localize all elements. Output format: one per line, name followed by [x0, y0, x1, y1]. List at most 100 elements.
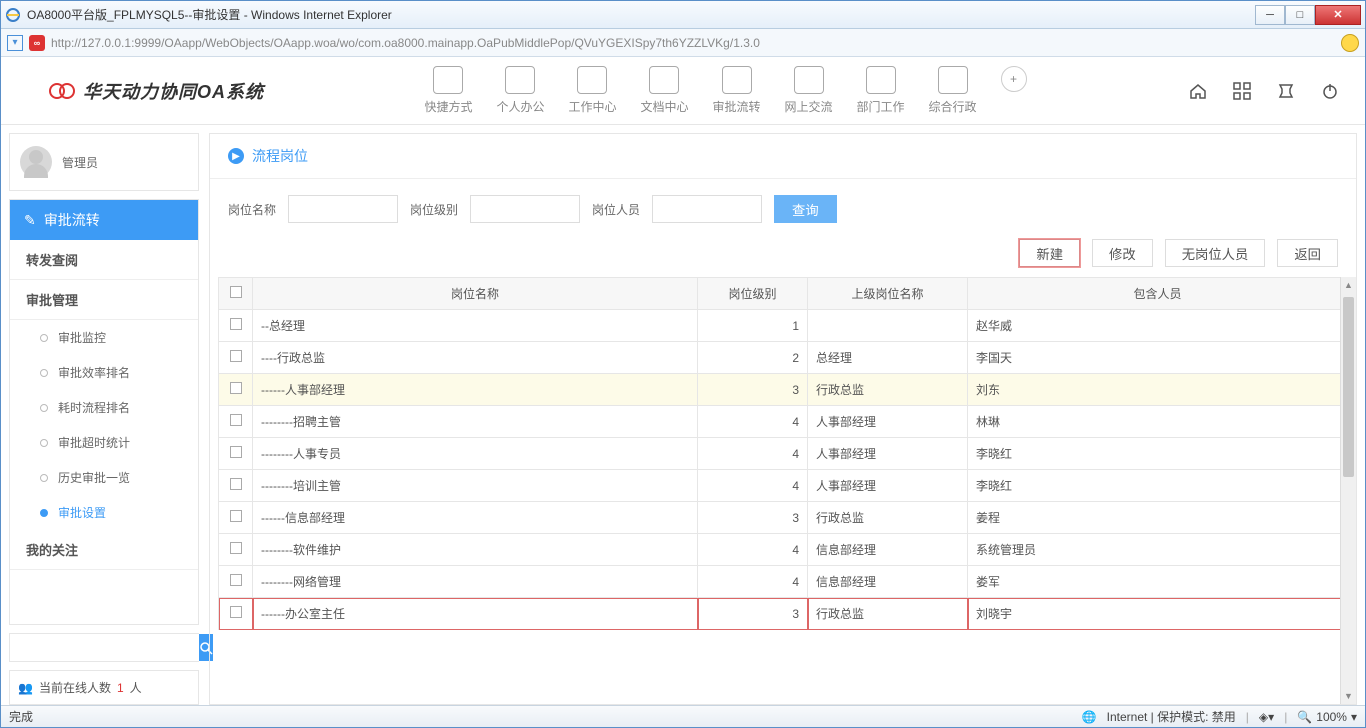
cell-superior: 人事部经理 — [808, 438, 968, 470]
nav-item-7[interactable]: 综合行政 — [929, 66, 977, 115]
bullet-icon — [40, 509, 48, 517]
nav-item-3[interactable]: 文档中心 — [640, 66, 688, 115]
close-button[interactable]: ✕ — [1315, 5, 1361, 25]
chevron-down-icon: ▾ — [1351, 710, 1357, 724]
scroll-up-icon[interactable]: ▲ — [1341, 277, 1356, 293]
menu-item-5[interactable]: 审批设置 — [10, 495, 198, 530]
cell-name: ------办公室主任 — [253, 598, 698, 630]
cell-name: --总经理 — [253, 310, 698, 342]
menu-group-forward[interactable]: 转发查阅 — [10, 240, 198, 280]
table-row[interactable]: --------网络管理4信息部经理娄军 — [219, 566, 1348, 598]
nopost-button[interactable]: 无岗位人员 — [1165, 239, 1266, 267]
table-row[interactable]: --------培训主管4人事部经理李晓红 — [219, 470, 1348, 502]
cell-people: 刘东 — [968, 374, 1348, 406]
new-button[interactable]: 新建 — [1019, 239, 1080, 267]
plus-icon: + — [1001, 66, 1027, 92]
menu-header[interactable]: ✎ 审批流转 — [10, 200, 198, 240]
row-checkbox[interactable] — [230, 350, 242, 362]
table-row[interactable]: --------软件维护4信息部经理系统管理员 — [219, 534, 1348, 566]
nav-label: 个人办公 — [496, 98, 544, 115]
menu-header-icon: ✎ — [24, 212, 36, 229]
security-icon[interactable]: ▾ — [7, 35, 23, 51]
posts-table: 岗位名称 岗位级别 上级岗位名称 包含人员 --总经理1赵华威----行政总监2… — [218, 277, 1348, 630]
filter-input-person[interactable] — [652, 195, 762, 223]
row-checkbox[interactable] — [230, 478, 242, 490]
table-row[interactable]: ----行政总监2总经理李国天 — [219, 342, 1348, 374]
arrow-icon: ▶ — [228, 148, 244, 164]
row-checkbox[interactable] — [230, 542, 242, 554]
row-checkbox[interactable] — [230, 414, 242, 426]
row-checkbox[interactable] — [230, 446, 242, 458]
back-button[interactable]: 返回 — [1277, 239, 1338, 267]
row-checkbox[interactable] — [230, 510, 242, 522]
protected-mode-icon[interactable]: ◈▾ — [1259, 710, 1274, 724]
search-input[interactable] — [10, 634, 199, 661]
menu-item-2[interactable]: 耗时流程排名 — [10, 390, 198, 425]
nav-item-0[interactable]: 快捷方式 — [424, 66, 472, 115]
url-text[interactable]: http://127.0.0.1:9999/OAapp/WebObjects/O… — [51, 36, 1335, 50]
bullet-icon — [40, 474, 48, 482]
table-row[interactable]: ------信息部经理3行政总监姜程 — [219, 502, 1348, 534]
compat-icon[interactable] — [1341, 34, 1359, 52]
row-checkbox[interactable] — [230, 382, 242, 394]
cell-people: 刘晓宇 — [968, 598, 1348, 630]
menu-item-4[interactable]: 历史审批一览 — [10, 460, 198, 495]
row-checkbox[interactable] — [230, 318, 242, 330]
nav-item-4[interactable]: 审批流转 — [713, 66, 761, 115]
globe-icon: 🌐 — [1082, 710, 1097, 724]
nav-item-5[interactable]: 网上交流 — [785, 66, 833, 115]
col-name: 岗位名称 — [253, 278, 698, 310]
status-left: 完成 — [9, 708, 33, 725]
nav-label: 文档中心 — [640, 98, 688, 115]
nav-item-1[interactable]: 个人办公 — [496, 66, 544, 115]
filter-label-person: 岗位人员 — [592, 201, 640, 218]
bullet-icon — [40, 439, 48, 447]
query-button[interactable]: 查询 — [774, 195, 837, 223]
menu-item-3[interactable]: 审批超时统计 — [10, 425, 198, 460]
menu-item-1[interactable]: 审批效率排名 — [10, 355, 198, 390]
menu-group-approval[interactable]: 审批管理 — [10, 280, 198, 320]
people-icon: 👥 — [18, 681, 33, 695]
filter-input-level[interactable] — [470, 195, 580, 223]
maximize-button[interactable]: □ — [1285, 5, 1315, 25]
table-row[interactable]: --------人事专员4人事部经理李晓红 — [219, 438, 1348, 470]
table-row[interactable]: ------人事部经理3行政总监刘东 — [219, 374, 1348, 406]
nav-add[interactable]: + — [1001, 66, 1027, 115]
cell-level: 3 — [698, 502, 808, 534]
scroll-thumb[interactable] — [1343, 297, 1354, 477]
table-row[interactable]: --------招聘主管4人事部经理林琳 — [219, 406, 1348, 438]
edit-button[interactable]: 修改 — [1092, 239, 1153, 267]
user-name: 管理员 — [62, 154, 98, 171]
select-all-checkbox[interactable] — [230, 286, 242, 298]
menu-group-follow[interactable]: 我的关注 — [10, 530, 198, 570]
cell-people: 赵华威 — [968, 310, 1348, 342]
cell-superior: 行政总监 — [808, 502, 968, 534]
cell-people: 娄军 — [968, 566, 1348, 598]
row-checkbox[interactable] — [230, 574, 242, 586]
nav-label: 工作中心 — [568, 98, 616, 115]
table-row[interactable]: --总经理1赵华威 — [219, 310, 1348, 342]
zoom-control[interactable]: 🔍 100% ▾ — [1297, 710, 1357, 724]
content-panel: ▶ 流程岗位 岗位名称 岗位级别 岗位人员 查询 新建 修改 无岗位人员 返回 — [209, 133, 1357, 705]
apps-icon[interactable] — [1231, 80, 1253, 102]
col-level: 岗位级别 — [698, 278, 808, 310]
table-row[interactable]: ------办公室主任3行政总监刘晓宇 — [219, 598, 1348, 630]
nav-item-2[interactable]: 工作中心 — [568, 66, 616, 115]
menu-item-0[interactable]: 审批监控 — [10, 320, 198, 355]
minimize-button[interactable]: ─ — [1255, 5, 1285, 25]
cell-name: --------网络管理 — [253, 566, 698, 598]
ie-icon — [5, 7, 21, 23]
scroll-down-icon[interactable]: ▼ — [1341, 688, 1356, 704]
nav-item-6[interactable]: 部门工作 — [857, 66, 905, 115]
nav-icon — [794, 66, 824, 94]
filter-input-name[interactable] — [288, 195, 398, 223]
cell-superior: 信息部经理 — [808, 566, 968, 598]
row-checkbox[interactable] — [230, 606, 242, 618]
content-scrollbar[interactable]: ▲ ▼ — [1340, 277, 1356, 704]
nav-label: 网上交流 — [785, 98, 833, 115]
theme-icon[interactable] — [1275, 80, 1297, 102]
cell-level: 4 — [698, 534, 808, 566]
power-icon[interactable] — [1319, 80, 1341, 102]
home-icon[interactable] — [1187, 80, 1209, 102]
cell-people: 姜程 — [968, 502, 1348, 534]
